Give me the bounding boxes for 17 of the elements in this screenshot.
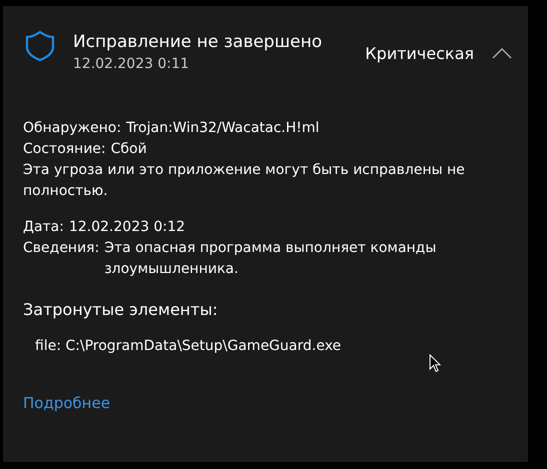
detail-label: Дата: (23, 218, 64, 237)
detail-label: Обнаружено: (23, 119, 122, 138)
details-link[interactable]: Подробнее (23, 393, 110, 414)
detail-value: Эта опасная программа выполняет команды злоумышленника. (104, 239, 438, 279)
detail-label: Сведения: (23, 239, 100, 258)
alert-time: 12.02.2023 0:11 (73, 55, 190, 74)
affected-file: file: C:\ProgramData\Setup\GameGuard.exe (35, 337, 342, 356)
detail-value: Trojan:Win32/Wacatac.H!ml (126, 119, 320, 138)
affected-heading: Затронутые элементы: (23, 299, 219, 321)
severity-label: Критическая (365, 44, 474, 63)
detail-value: 12.02.2023 0:12 (68, 218, 186, 237)
cursor-icon (429, 354, 441, 373)
detail-value: Сбой (110, 140, 147, 159)
detail-label: Состояние: (23, 140, 106, 159)
status-note: Эта угроза или это приложение могут быть исправлены не полностью. (23, 161, 466, 201)
alert-title: Исправление не завершено (73, 31, 323, 54)
shield-icon (25, 30, 55, 62)
